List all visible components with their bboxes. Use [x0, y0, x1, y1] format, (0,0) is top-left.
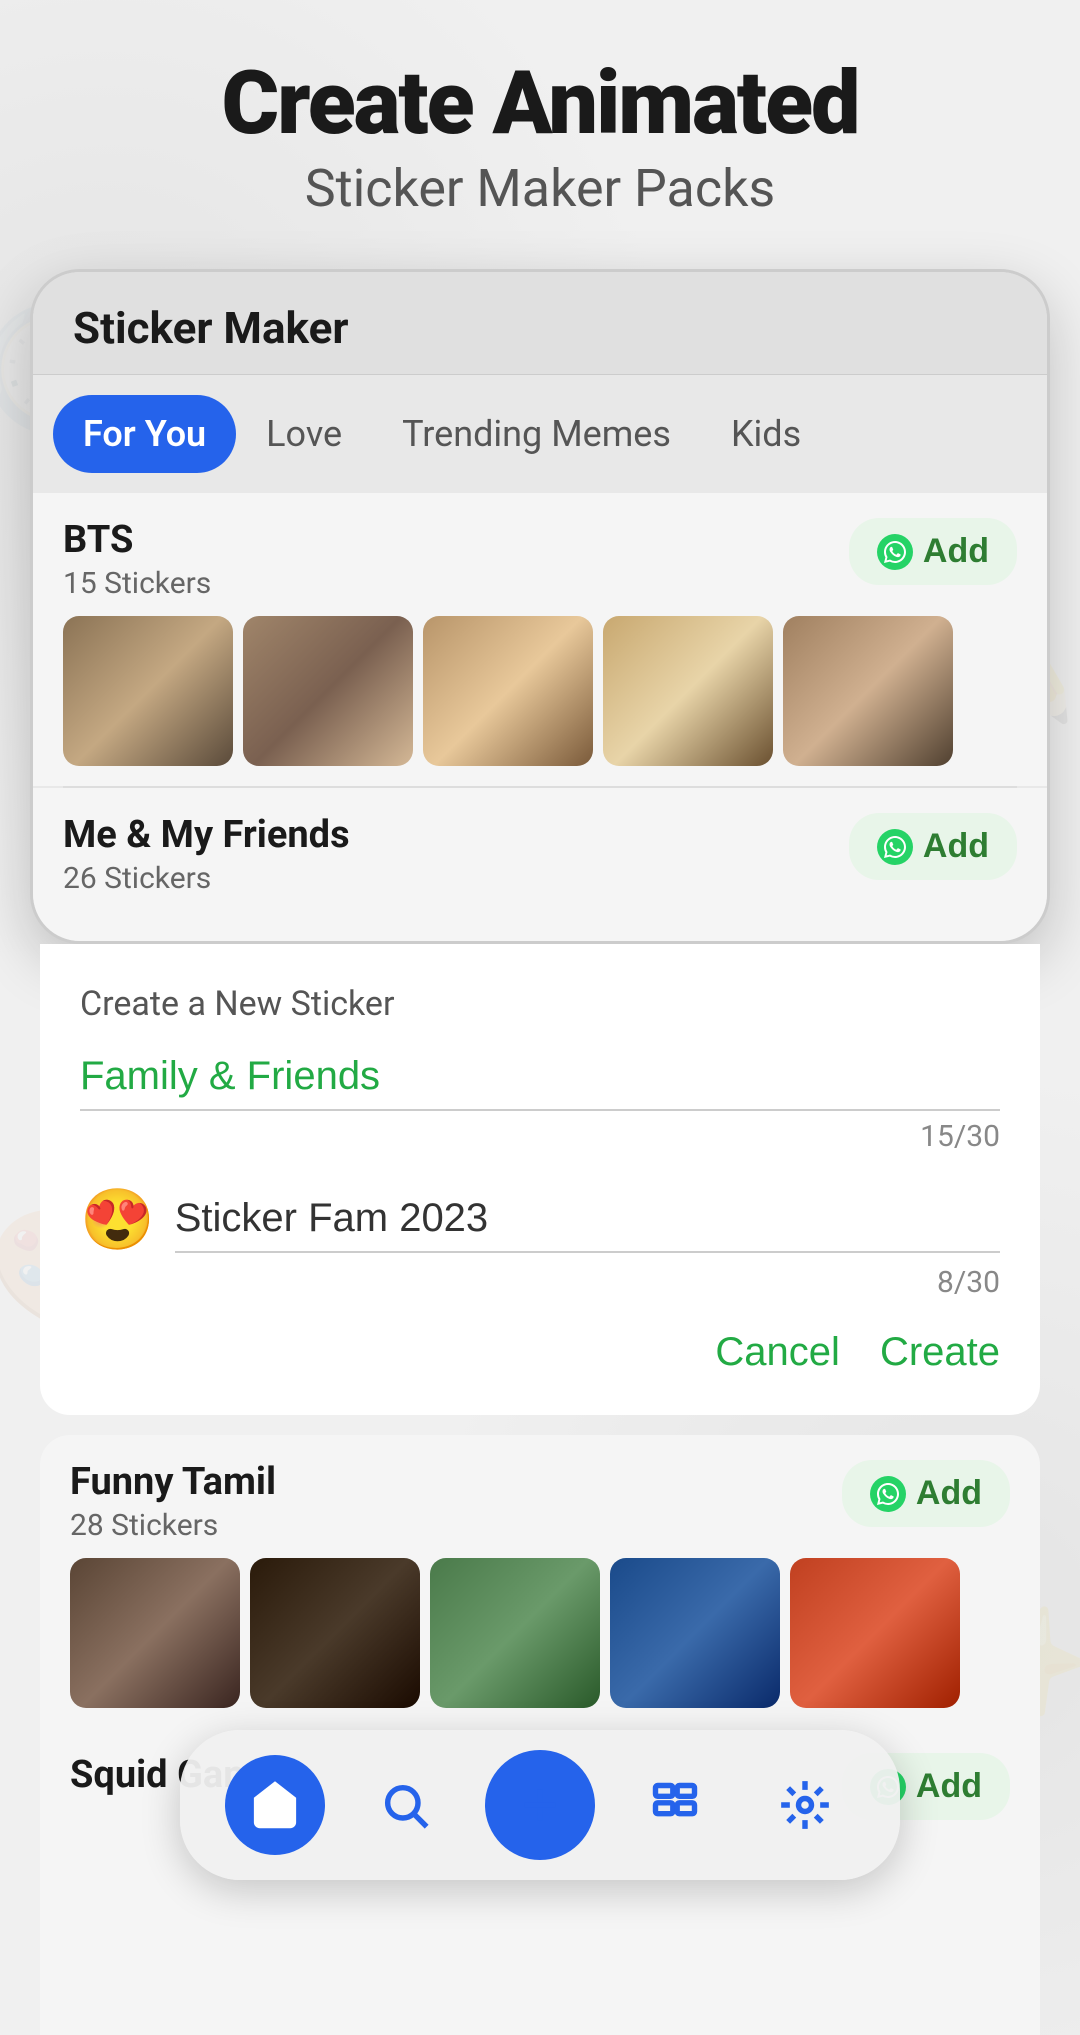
input-counter-1: 15/30 [80, 1119, 1000, 1154]
tab-for-you[interactable]: For You [53, 395, 236, 473]
tamil-thumb-5[interactable] [790, 1558, 960, 1708]
nav-packs[interactable] [625, 1755, 725, 1855]
tamil-pack-count: 28 Stickers [70, 1508, 276, 1543]
tamil-pack: Funny Tamil 28 Stickers Add [40, 1435, 1040, 1728]
phone-mockup: Sticker Maker For You Love Trending Meme… [30, 269, 1050, 944]
emoji-icon: 😍 [80, 1184, 155, 1255]
tamil-thumbnails [70, 1558, 1010, 1708]
create-section: Create a New Sticker 15/30 😍 8/30 Cancel… [40, 944, 1040, 1415]
nav-add[interactable] [485, 1750, 595, 1860]
tab-kids[interactable]: Kids [701, 395, 831, 473]
app-title: Sticker Maker [73, 302, 348, 354]
tab-trending[interactable]: Trending Memes [372, 395, 701, 473]
squid-add-label: Add [916, 1767, 982, 1806]
tab-bar: For You Love Trending Memes Kids [33, 375, 1047, 493]
nav-search[interactable] [355, 1755, 455, 1855]
whatsapp-icon-3 [870, 1476, 906, 1512]
friends-add-button[interactable]: Add [849, 813, 1017, 880]
create-button[interactable]: Create [880, 1330, 1000, 1375]
family-friends-input[interactable] [80, 1044, 1000, 1111]
bts-add-label: Add [923, 532, 989, 571]
bts-add-button[interactable]: Add [849, 518, 1017, 585]
tamil-thumb-1[interactable] [70, 1558, 240, 1708]
bts-pack-name: BTS [63, 518, 211, 562]
whatsapp-icon-2 [877, 829, 913, 865]
tab-love[interactable]: Love [236, 395, 372, 473]
cancel-button[interactable]: Cancel [715, 1330, 840, 1375]
header-section: Create Animated Sticker Maker Packs [40, 60, 1040, 219]
friends-pack-count: 26 Stickers [63, 861, 350, 896]
app-title-bar: Sticker Maker [33, 272, 1047, 375]
create-label: Create a New Sticker [80, 984, 1000, 1024]
bts-pack: BTS 15 Stickers Add [33, 493, 1047, 786]
bts-thumb-5[interactable] [783, 616, 953, 766]
nav-settings[interactable] [755, 1755, 855, 1855]
input-counter-2: 8/30 [80, 1265, 1000, 1300]
friends-pack: Me & My Friends 26 Stickers Add [33, 788, 1047, 941]
input-group-2: 😍 8/30 [80, 1184, 1000, 1300]
bottom-nav [180, 1730, 900, 1880]
bts-thumbnails [63, 616, 1017, 766]
input-group-1: 15/30 [80, 1044, 1000, 1154]
nav-home[interactable] [225, 1755, 325, 1855]
sub-title: Sticker Maker Packs [40, 158, 1040, 219]
bts-thumb-3[interactable] [423, 616, 593, 766]
bts-thumb-4[interactable] [603, 616, 773, 766]
whatsapp-icon [877, 534, 913, 570]
tamil-add-button[interactable]: Add [842, 1460, 1010, 1527]
tamil-thumb-3[interactable] [430, 1558, 600, 1708]
sticker-fam-input[interactable] [175, 1186, 1000, 1253]
main-title: Create Animated [40, 60, 1040, 148]
bts-thumb-1[interactable] [63, 616, 233, 766]
create-actions: Cancel Create [80, 1330, 1000, 1375]
friends-add-label: Add [923, 827, 989, 866]
bts-thumb-2[interactable] [243, 616, 413, 766]
tamil-thumb-2[interactable] [250, 1558, 420, 1708]
tamil-add-label: Add [916, 1474, 982, 1513]
friends-pack-name: Me & My Friends [63, 813, 350, 857]
bts-pack-count: 15 Stickers [63, 566, 211, 601]
tamil-thumb-4[interactable] [610, 1558, 780, 1708]
tamil-pack-name: Funny Tamil [70, 1460, 276, 1504]
